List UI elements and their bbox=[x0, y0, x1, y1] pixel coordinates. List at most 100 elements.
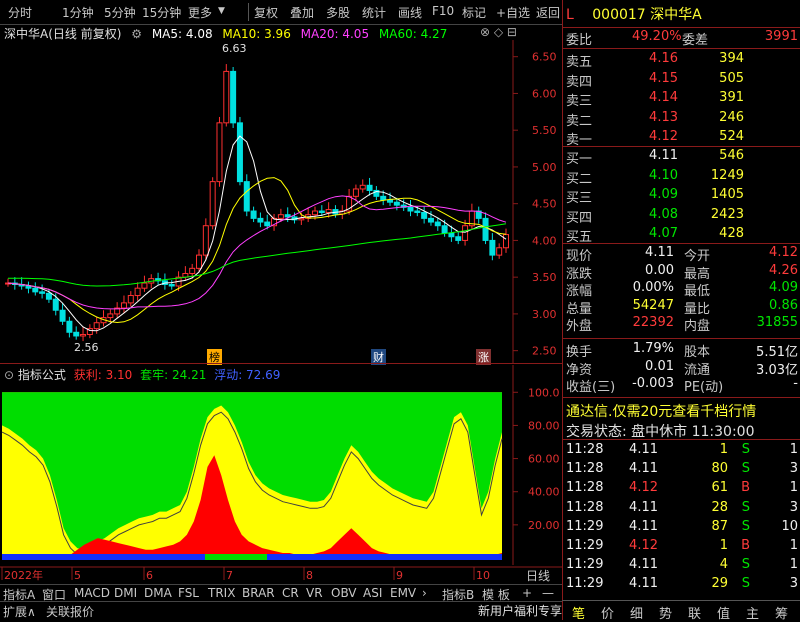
bid-row[interactable]: 买一 4.11 546 bbox=[566, 148, 798, 167]
back-button[interactable]: 返回 bbox=[536, 4, 560, 21]
tab-macd[interactable]: MACD bbox=[74, 586, 110, 600]
tab-1min[interactable]: 1分钟 bbox=[62, 4, 94, 21]
low-annotation: 2.56 bbox=[74, 341, 99, 354]
candle-body bbox=[73, 331, 80, 337]
tick-row[interactable]: 11:29 4.11 87 S 10 bbox=[566, 519, 798, 537]
tab-dma[interactable]: DMA bbox=[144, 586, 172, 600]
add-watchlist-button[interactable]: +自选 bbox=[496, 4, 530, 21]
quote-tab[interactable]: 主 bbox=[746, 603, 759, 622]
tick-row[interactable]: 11:28 4.11 28 S 3 bbox=[566, 500, 798, 518]
tick-row[interactable]: 11:28 4.11 80 S 3 bbox=[566, 461, 798, 479]
stats-button[interactable]: 统计 bbox=[362, 4, 386, 21]
weicha-value: 3991 bbox=[764, 29, 798, 44]
candle-body bbox=[427, 217, 434, 223]
tab-timeshare[interactable]: 分时 bbox=[8, 4, 32, 21]
period-label[interactable]: 日线 bbox=[526, 567, 550, 584]
candle-body bbox=[455, 236, 462, 241]
stat2-row[interactable]: 收益(三) -0.003 PE(动) - bbox=[566, 376, 798, 395]
tick-row[interactable]: 11:28 4.11 1 S 1 bbox=[566, 442, 798, 460]
stat-row[interactable]: 现价 4.11 今开 4.12 bbox=[566, 245, 798, 264]
tab-brar[interactable]: BRAR bbox=[242, 586, 275, 600]
ask-row[interactable]: 卖五 4.16 394 bbox=[566, 51, 798, 70]
stock-header: L 000017 深中华A bbox=[566, 4, 702, 24]
chevron-down-icon[interactable]: ▼ bbox=[218, 6, 225, 16]
overlay-button[interactable]: 叠加 bbox=[290, 4, 314, 21]
ask-row[interactable]: 卖三 4.14 391 bbox=[566, 90, 798, 109]
bid-row[interactable]: 买五 4.07 428 bbox=[566, 226, 798, 245]
ad-link[interactable]: 新用户福利专享 bbox=[478, 602, 562, 619]
expand-button[interactable]: 扩展∧ bbox=[3, 603, 36, 620]
chevron-down-icon[interactable]: ⊙ bbox=[4, 368, 14, 382]
quote-tab[interactable]: 细 bbox=[630, 603, 643, 622]
stat-row[interactable]: 涨跌 0.00 最高 4.26 bbox=[566, 263, 798, 282]
y-tick-label: 6.00 bbox=[532, 87, 557, 100]
candle-body bbox=[127, 295, 134, 304]
quote-tab[interactable]: 筹 bbox=[775, 603, 788, 622]
x-tick-label: 9 bbox=[396, 569, 403, 582]
tab-15min[interactable]: 15分钟 bbox=[142, 4, 181, 21]
candle-body bbox=[441, 225, 448, 234]
adjust-button[interactable]: 复权 bbox=[254, 4, 278, 21]
stat2-row[interactable]: 换手 1.79% 股本 5.51亿 bbox=[566, 341, 798, 360]
tick-row[interactable]: 11:29 4.11 29 S 3 bbox=[566, 576, 798, 594]
ask-row[interactable]: 卖一 4.12 524 bbox=[566, 129, 798, 148]
settings-icon[interactable]: ⚙ bbox=[131, 27, 142, 41]
tab-emv[interactable]: EMV bbox=[390, 586, 416, 600]
tab-more[interactable]: 更多 bbox=[188, 4, 212, 21]
quote-tab[interactable]: 联 bbox=[688, 603, 701, 622]
window-controls[interactable]: ⊗ ◇ ⊟ bbox=[480, 25, 517, 39]
ind-y-tick-label: 60.00 bbox=[528, 453, 560, 466]
tick-row[interactable]: 11:29 4.12 1 B 1 bbox=[566, 538, 798, 556]
candle-body bbox=[482, 217, 489, 241]
candle-body bbox=[25, 285, 32, 289]
ask-row[interactable]: 卖二 4.13 246 bbox=[566, 110, 798, 129]
kline-chart: 6.50 6.00 5.50 5.00 4.50 4.00 3.50 3.00 2.50 100… bbox=[0, 40, 562, 582]
related-quotes-button[interactable]: 关联报价 bbox=[46, 603, 94, 620]
candle-body bbox=[216, 122, 223, 183]
quote-tab[interactable]: 值 bbox=[717, 603, 730, 622]
y-tick-label: 4.50 bbox=[532, 198, 557, 211]
quote-tab[interactable]: 价 bbox=[601, 603, 614, 622]
mark-button[interactable]: 标记 bbox=[462, 4, 486, 21]
indicator-name[interactable]: 指标公式 bbox=[18, 368, 66, 382]
tab-asi[interactable]: ASI bbox=[363, 586, 382, 600]
candle-body bbox=[223, 70, 230, 124]
stat-row[interactable]: 涨幅 0.00% 最低 4.09 bbox=[566, 280, 798, 299]
ask-row[interactable]: 卖四 4.15 505 bbox=[566, 71, 798, 90]
bid-row[interactable]: 买三 4.09 1405 bbox=[566, 187, 798, 206]
multi-stock-button[interactable]: 多股 bbox=[326, 4, 350, 21]
bid-row[interactable]: 买四 4.08 2423 bbox=[566, 207, 798, 226]
candle-body bbox=[39, 291, 46, 294]
candle-body bbox=[387, 199, 394, 203]
profit-label: 获利: 3.10 bbox=[73, 368, 133, 382]
y-tick-label: 4.00 bbox=[532, 234, 557, 247]
tab-vr[interactable]: VR bbox=[306, 586, 323, 600]
bid-row[interactable]: 买二 4.10 1249 bbox=[566, 168, 798, 187]
candle-body bbox=[489, 239, 496, 256]
y-tick-label: 3.00 bbox=[532, 308, 557, 321]
tick-row[interactable]: 11:28 4.12 61 B 1 bbox=[566, 480, 798, 498]
candle-body bbox=[359, 184, 366, 190]
tab-cr[interactable]: CR bbox=[282, 586, 299, 600]
tab-obv[interactable]: OBV bbox=[331, 586, 357, 600]
tick-row[interactable]: 11:29 4.11 4 S 1 bbox=[566, 557, 798, 575]
promo-banner[interactable]: 通达信.仅需20元查看千档行情 bbox=[566, 401, 756, 421]
trapped-strip bbox=[205, 554, 267, 560]
high-annotation: 6.63 bbox=[222, 42, 247, 55]
tab-5min[interactable]: 5分钟 bbox=[104, 4, 136, 21]
tab-trix[interactable]: TRIX bbox=[208, 586, 235, 600]
chevron-right-icon[interactable]: › bbox=[422, 586, 427, 600]
f10-button[interactable]: F10 bbox=[432, 4, 454, 18]
tab-fsl[interactable]: FSL bbox=[178, 586, 199, 600]
add-button[interactable]: + bbox=[522, 586, 532, 600]
quote-tab[interactable]: 笔 bbox=[572, 603, 585, 622]
weibi-value: 49.20% bbox=[632, 29, 682, 44]
quote-tab[interactable]: 势 bbox=[659, 603, 672, 622]
draw-line-button[interactable]: 画线 bbox=[398, 4, 422, 21]
stat2-row[interactable]: 净资 0.01 流通 3.03亿 bbox=[566, 359, 798, 378]
minus-button[interactable]: — bbox=[542, 586, 554, 600]
tab-dmi[interactable]: DMI bbox=[114, 586, 137, 600]
stat-row[interactable]: 外盘 22392 内盘 31855 bbox=[566, 315, 798, 334]
stat-row[interactable]: 总量 54247 量比 0.86 bbox=[566, 298, 798, 317]
candle-body bbox=[462, 225, 469, 241]
